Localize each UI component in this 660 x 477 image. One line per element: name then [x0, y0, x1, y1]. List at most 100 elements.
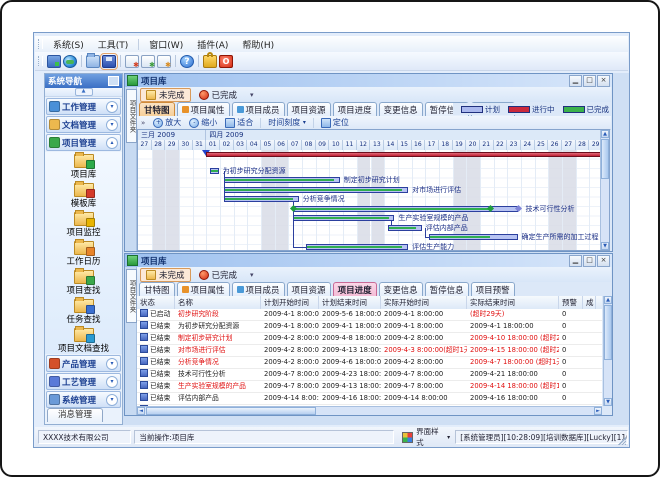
table-row[interactable]: 已结束技术可行性分析2009-4-7 8:00:002009-4-23 18:0…	[137, 369, 602, 381]
column-header-4[interactable]: 实际开始时间	[381, 296, 467, 309]
scroll-thumb[interactable]	[601, 139, 609, 179]
folder-open-icon[interactable]	[86, 55, 100, 68]
sidebar-item-1[interactable]: 模板库	[45, 181, 122, 210]
column-header-7[interactable]: 成	[583, 296, 596, 309]
chevron-down-icon[interactable]: ▾	[447, 434, 450, 441]
lock-icon[interactable]	[203, 55, 217, 68]
gantt-bar[interactable]	[429, 234, 517, 240]
sidebar-group-2[interactable]: 项目管理▴	[46, 134, 121, 151]
sidebar-item-3[interactable]: 工作日历	[45, 239, 122, 268]
sidebar-item-2[interactable]: 项目监控	[45, 210, 122, 239]
scroll-right-icon[interactable]: ►	[594, 407, 602, 415]
table-row[interactable]: 已结束评估内部产品2009-4-14 8:00:002009-4-16 18:0…	[137, 393, 602, 405]
help-icon[interactable]: ?	[180, 55, 194, 68]
scroll-up-icon[interactable]: ▲	[601, 130, 609, 138]
view-tab-7[interactable]: 项目预警	[471, 282, 515, 296]
column-header-5[interactable]: 实际结束时间	[467, 296, 559, 309]
view-tab-3[interactable]: 项目资源	[287, 282, 331, 296]
view-tab-1[interactable]: 项目属性	[177, 102, 230, 116]
view-tab-0[interactable]: 甘特图	[139, 282, 175, 296]
view-tab-2[interactable]: 项目成员	[232, 102, 285, 116]
gantt-bar[interactable]	[388, 225, 422, 231]
table-row[interactable]: 已启动初步研究阶段2009-4-1 8:00:002009-5-6 18:00:…	[137, 309, 602, 321]
sidebar-item-5[interactable]: 任务查找	[45, 297, 122, 326]
column-header-6[interactable]: 预警	[559, 296, 583, 309]
view-tab-3[interactable]: 项目资源	[287, 102, 331, 116]
menu-item-0[interactable]: 系统(S)	[46, 36, 91, 53]
save-icon[interactable]	[102, 55, 116, 68]
scroll-down-icon[interactable]: ▼	[604, 398, 612, 406]
report-new-icon[interactable]	[125, 55, 139, 68]
fit-button[interactable]: 适合	[221, 117, 257, 128]
tab-message-management[interactable]: 消息管理	[47, 408, 103, 422]
scroll-thumb[interactable]	[604, 305, 612, 360]
gantt-vertical-scrollbar[interactable]: ▲ ▼	[600, 130, 609, 250]
gantt-bar-project[interactable]	[206, 152, 600, 157]
menu-item-4[interactable]: 帮助(H)	[235, 36, 281, 53]
chevron-down-icon[interactable]: ▾	[250, 91, 254, 99]
sidebar-item-6[interactable]: 项目文档查找	[45, 326, 122, 354]
scroll-thumb[interactable]	[146, 407, 316, 415]
gantt-bar[interactable]	[293, 206, 518, 212]
scroll-up-icon[interactable]: ▲	[604, 296, 612, 304]
chevron-up-icon[interactable]: ▲	[75, 88, 93, 96]
report-edit-icon[interactable]	[141, 55, 155, 68]
gantt-bar[interactable]	[293, 215, 395, 221]
chevron-down-icon[interactable]: ▾	[106, 394, 118, 406]
zoom-in-button[interactable]: +放大	[149, 117, 185, 128]
minimize-icon[interactable]: ▁	[569, 75, 582, 87]
report-delete-icon[interactable]	[157, 55, 171, 68]
scroll-left-icon[interactable]: ◄	[137, 407, 145, 415]
view-tab-1[interactable]: 项目属性	[177, 282, 230, 296]
chevron-down-icon[interactable]: ▾	[250, 271, 254, 279]
sidebar-group-2[interactable]: 系统管理▾	[46, 391, 121, 408]
gantt-panel-titlebar[interactable]: 项目库 ▁ □ ×	[125, 74, 612, 87]
gantt-body[interactable]: 为初步研究分配资源制定初步研究计划对市场进行评估分析竞争情况技术可行性分析生产实…	[138, 150, 600, 250]
tab-unfinished[interactable]: 未完成	[140, 268, 191, 282]
chevron-down-icon[interactable]: ▾	[106, 101, 118, 113]
chevron-down-icon[interactable]: ▾	[106, 119, 118, 131]
gantt-bar[interactable]	[224, 187, 408, 193]
chevron-down-icon[interactable]: ▾	[106, 376, 118, 388]
sidebar-item-0[interactable]: 项目库	[45, 152, 122, 181]
locate-button[interactable]: 定位	[317, 117, 353, 128]
minimize-icon[interactable]: ▁	[569, 255, 582, 267]
table-row[interactable]: 已结束生产实验室规模的产品2009-4-7 8:00:002009-4-13 1…	[137, 381, 602, 393]
view-tab-4[interactable]: 项目进度	[333, 282, 377, 296]
table-horizontal-scrollbar[interactable]: ◄ ►	[137, 406, 602, 415]
gantt-bar[interactable]	[224, 177, 340, 183]
table-row[interactable]: 已结束对市场进行评估2009-4-2 8:00:002009-4-13 18:0…	[137, 345, 602, 357]
sidebar-group-1[interactable]: 工艺管理▾	[46, 373, 121, 390]
gantt-bar[interactable]	[210, 168, 218, 174]
chevron-down-icon[interactable]: ▾	[106, 358, 118, 370]
resize-grip[interactable]	[618, 437, 626, 445]
tab-finished[interactable]: 已完成	[194, 269, 243, 281]
menu-item-1[interactable]: 工具(T)	[91, 36, 136, 53]
column-header-3[interactable]: 计划结束时间	[319, 296, 381, 309]
column-header-2[interactable]: 计划开始时间	[261, 296, 319, 309]
remote-desktop-icon[interactable]	[47, 55, 61, 68]
sidebar-group-0[interactable]: 产品管理▾	[46, 355, 121, 372]
sidebar-group-0[interactable]: 工作管理▾	[46, 98, 121, 115]
globe-icon[interactable]	[63, 55, 77, 68]
menubar-grip[interactable]	[38, 39, 43, 49]
chevron-up-icon[interactable]: ▴	[106, 137, 118, 149]
menu-item-2[interactable]: 窗口(W)	[142, 36, 190, 53]
view-tab-5[interactable]: 变更信息	[379, 102, 423, 116]
table-vertical-scrollbar[interactable]: ▲ ▼	[603, 296, 612, 406]
maximize-icon[interactable]: □	[583, 255, 596, 267]
table-row[interactable]: 已结束为初步研究分配资源2009-4-1 8:00:002009-4-1 18:…	[137, 321, 602, 333]
sidebar-options-icon[interactable]	[108, 76, 119, 86]
view-tab-0[interactable]: 甘特图	[139, 102, 175, 116]
table-row[interactable]: 已结束制定初步研究计划2009-4-2 8:00:002009-4-8 18:0…	[137, 333, 602, 345]
sidebar-item-4[interactable]: 项目查找	[45, 268, 122, 297]
exit-icon[interactable]: O	[219, 55, 233, 68]
tab-project-folder[interactable]: 项目文件夹	[126, 89, 137, 143]
view-tab-5[interactable]: 变更信息	[379, 282, 423, 296]
gantt-bar[interactable]	[224, 196, 299, 202]
gantt-bar[interactable]	[306, 244, 408, 250]
overflow-chevron-icon[interactable]: »	[141, 119, 145, 127]
tab-project-folder[interactable]: 项目文件夹	[126, 269, 137, 323]
ui-style-icon[interactable]	[402, 432, 413, 443]
ui-style-dropdown[interactable]: 界面样式	[416, 426, 445, 448]
